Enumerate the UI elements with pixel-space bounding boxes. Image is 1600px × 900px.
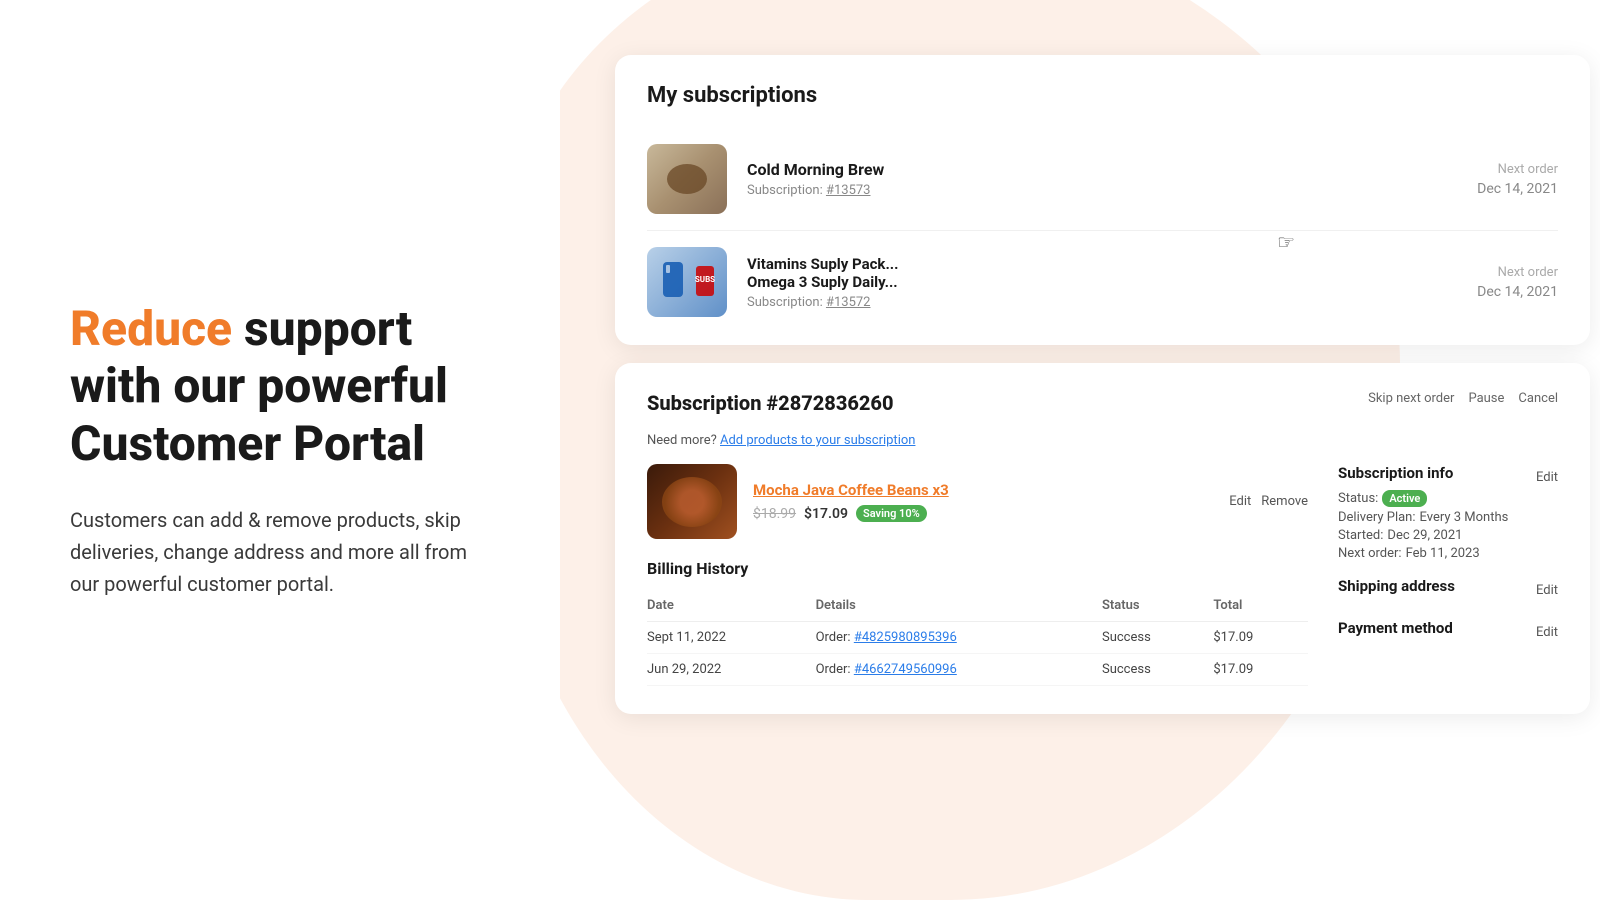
right-panel: My subscriptions ☞ Cold Morning Brew Sub…	[560, 0, 1600, 900]
subscriptions-card: My subscriptions ☞ Cold Morning Brew Sub…	[615, 55, 1590, 345]
price-current: $17.09	[804, 506, 848, 522]
sub-status-row: Status: Active	[1338, 490, 1558, 507]
billing-total-1: $17.09	[1213, 622, 1308, 654]
billing-status-1: Success	[1102, 622, 1213, 654]
add-products-line: Need more? Add products to your subscrip…	[647, 433, 1558, 448]
sub-info-title: Subscription info	[1338, 464, 1453, 482]
sub-info-edit-link[interactable]: Edit	[1536, 470, 1558, 485]
subscription-item-1[interactable]: Cold Morning Brew Subscription: #13573 N…	[647, 128, 1558, 231]
vitamins-image: SUBS	[647, 247, 727, 317]
cold-morning-brew-id-link[interactable]: #13573	[826, 183, 871, 198]
billing-status-2: Success	[1102, 654, 1213, 686]
billing-date-1: Sept 11, 2022	[647, 622, 816, 654]
pause-link[interactable]: Pause	[1468, 391, 1504, 406]
detail-card: Subscription #2872836260 Skip next order…	[615, 363, 1590, 714]
billing-title: Billing History	[647, 559, 1308, 578]
billing-details-1: Order: #4825980895396	[816, 622, 1102, 654]
subscription-item-2[interactable]: SUBS Vitamins Suply Pack... Omega 3 Supl…	[647, 231, 1558, 317]
shipping-header: Shipping address Edit	[1338, 577, 1558, 603]
billing-date-2: Jun 29, 2022	[647, 654, 816, 686]
sub-started-row: Started: Dec 29, 2021	[1338, 528, 1558, 543]
cold-morning-brew-info: Cold Morning Brew Subscription: #13573	[747, 160, 1457, 198]
billing-order-link-1[interactable]: #4825980895396	[854, 630, 957, 645]
cards-container: My subscriptions ☞ Cold Morning Brew Sub…	[615, 55, 1590, 714]
hero-subtitle: Customers can add & remove products, ski…	[70, 504, 490, 600]
product-pricing: $18.99 $17.09 Saving 10%	[753, 505, 1213, 522]
billing-row-1: Sept 11, 2022 Order: #4825980895396 Succ…	[647, 622, 1308, 654]
sub-info-header: Subscription info Edit	[1338, 464, 1558, 490]
vitamins-id: Subscription: #13572	[747, 295, 1457, 310]
payment-title: Payment method	[1338, 619, 1453, 637]
vitamins-info: Vitamins Suply Pack... Omega 3 Suply Dai…	[747, 255, 1457, 310]
detail-body: Mocha Java Coffee Beans x3 $18.99 $17.09…	[647, 464, 1558, 686]
subscriptions-title: My subscriptions	[647, 83, 1558, 108]
shipping-address-section: Shipping address Edit	[1338, 577, 1558, 603]
cold-morning-brew-id: Subscription: #13573	[747, 183, 1457, 198]
payment-method-section: Payment method Edit	[1338, 619, 1558, 645]
hero-highlight: Reduce	[70, 300, 232, 357]
remove-product-link[interactable]: Remove	[1261, 494, 1308, 509]
billing-col-status: Status	[1102, 592, 1213, 622]
billing-details-2: Order: #4662749560996	[816, 654, 1102, 686]
saving-badge: Saving 10%	[856, 505, 927, 522]
detail-right: Subscription info Edit Status: Active De…	[1338, 464, 1558, 686]
product-image	[647, 464, 737, 539]
billing-col-details: Details	[816, 592, 1102, 622]
product-info: Mocha Java Coffee Beans x3 $18.99 $17.09…	[753, 481, 1213, 522]
svg-text:SUBS: SUBS	[695, 275, 715, 284]
detail-actions: Skip next order Pause Cancel	[1368, 391, 1558, 406]
hero-title: Reduce supportwith our powerfulCustomer …	[70, 300, 490, 473]
vitamins-next-order: Next order Dec 14, 2021	[1477, 265, 1558, 300]
payment-header: Payment method Edit	[1338, 619, 1558, 645]
cold-morning-brew-next-order: Next order Dec 14, 2021	[1477, 162, 1558, 197]
billing-col-total: Total	[1213, 592, 1308, 622]
sub-delivery-row: Delivery Plan: Every 3 Months	[1338, 510, 1558, 525]
cursor-icon: ☞	[1277, 230, 1295, 254]
detail-title: Subscription #2872836260	[647, 391, 894, 415]
price-original: $18.99	[753, 506, 796, 522]
billing-total-2: $17.09	[1213, 654, 1308, 686]
detail-left: Mocha Java Coffee Beans x3 $18.99 $17.09…	[647, 464, 1308, 686]
cancel-link[interactable]: Cancel	[1518, 391, 1558, 406]
shipping-edit-link[interactable]: Edit	[1536, 583, 1558, 598]
shipping-title: Shipping address	[1338, 577, 1455, 595]
skip-next-order-link[interactable]: Skip next order	[1368, 391, 1454, 406]
cold-morning-brew-image	[647, 144, 727, 214]
status-active-badge: Active	[1382, 490, 1427, 507]
cold-morning-brew-name: Cold Morning Brew	[747, 160, 1457, 179]
product-row: Mocha Java Coffee Beans x3 $18.99 $17.09…	[647, 464, 1308, 539]
vitamins-id-link[interactable]: #13572	[826, 295, 871, 310]
detail-header: Subscription #2872836260 Skip next order…	[647, 391, 1558, 415]
product-name-link[interactable]: Mocha Java Coffee Beans x3	[753, 481, 1213, 499]
product-actions: Edit Remove	[1229, 494, 1308, 509]
subscription-info-section: Subscription info Edit Status: Active De…	[1338, 464, 1558, 561]
billing-order-link-2[interactable]: #4662749560996	[854, 662, 957, 677]
billing-col-date: Date	[647, 592, 816, 622]
add-products-link[interactable]: Add products to your subscription	[720, 433, 915, 448]
billing-row-2: Jun 29, 2022 Order: #4662749560996 Succe…	[647, 654, 1308, 686]
billing-table: Date Details Status Total Sept 11, 2022 …	[647, 592, 1308, 686]
left-panel: Reduce supportwith our powerfulCustomer …	[0, 0, 560, 900]
edit-product-link[interactable]: Edit	[1229, 494, 1251, 509]
payment-edit-link[interactable]: Edit	[1536, 625, 1558, 640]
sub-next-order-row: Next order: Feb 11, 2023	[1338, 546, 1558, 561]
